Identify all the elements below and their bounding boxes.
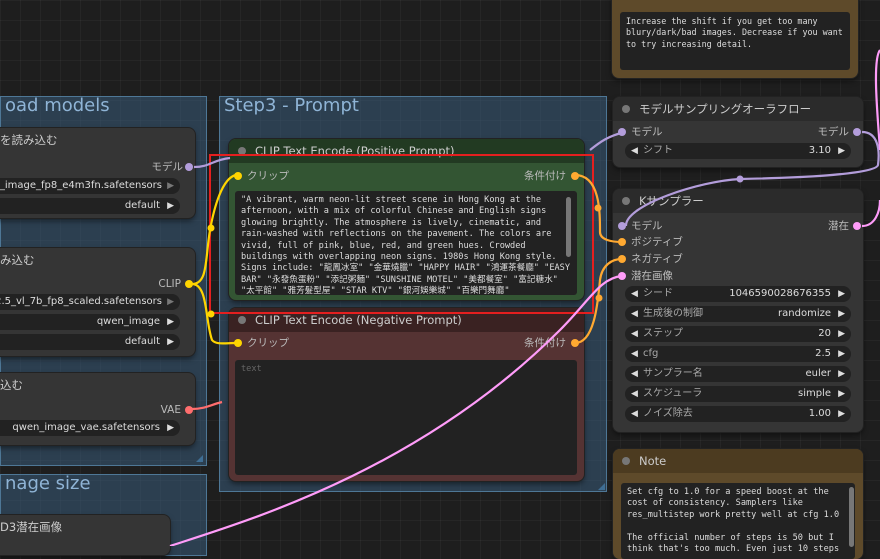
wire-reroute-dot [207,310,215,318]
model-wire [589,130,626,151]
wire-reroute-dot [594,204,602,212]
model-wire [193,156,231,169]
vae-wire [191,400,223,411]
wire-reroute-dot [207,224,215,232]
model-wire [624,130,880,227]
latent-wire [861,199,880,228]
wire-reroute-dot [736,175,744,183]
wire-reroute-dot [595,294,603,302]
connection-wires [169,49,880,546]
latent-wire [874,49,880,151]
latent-wire [169,274,623,546]
